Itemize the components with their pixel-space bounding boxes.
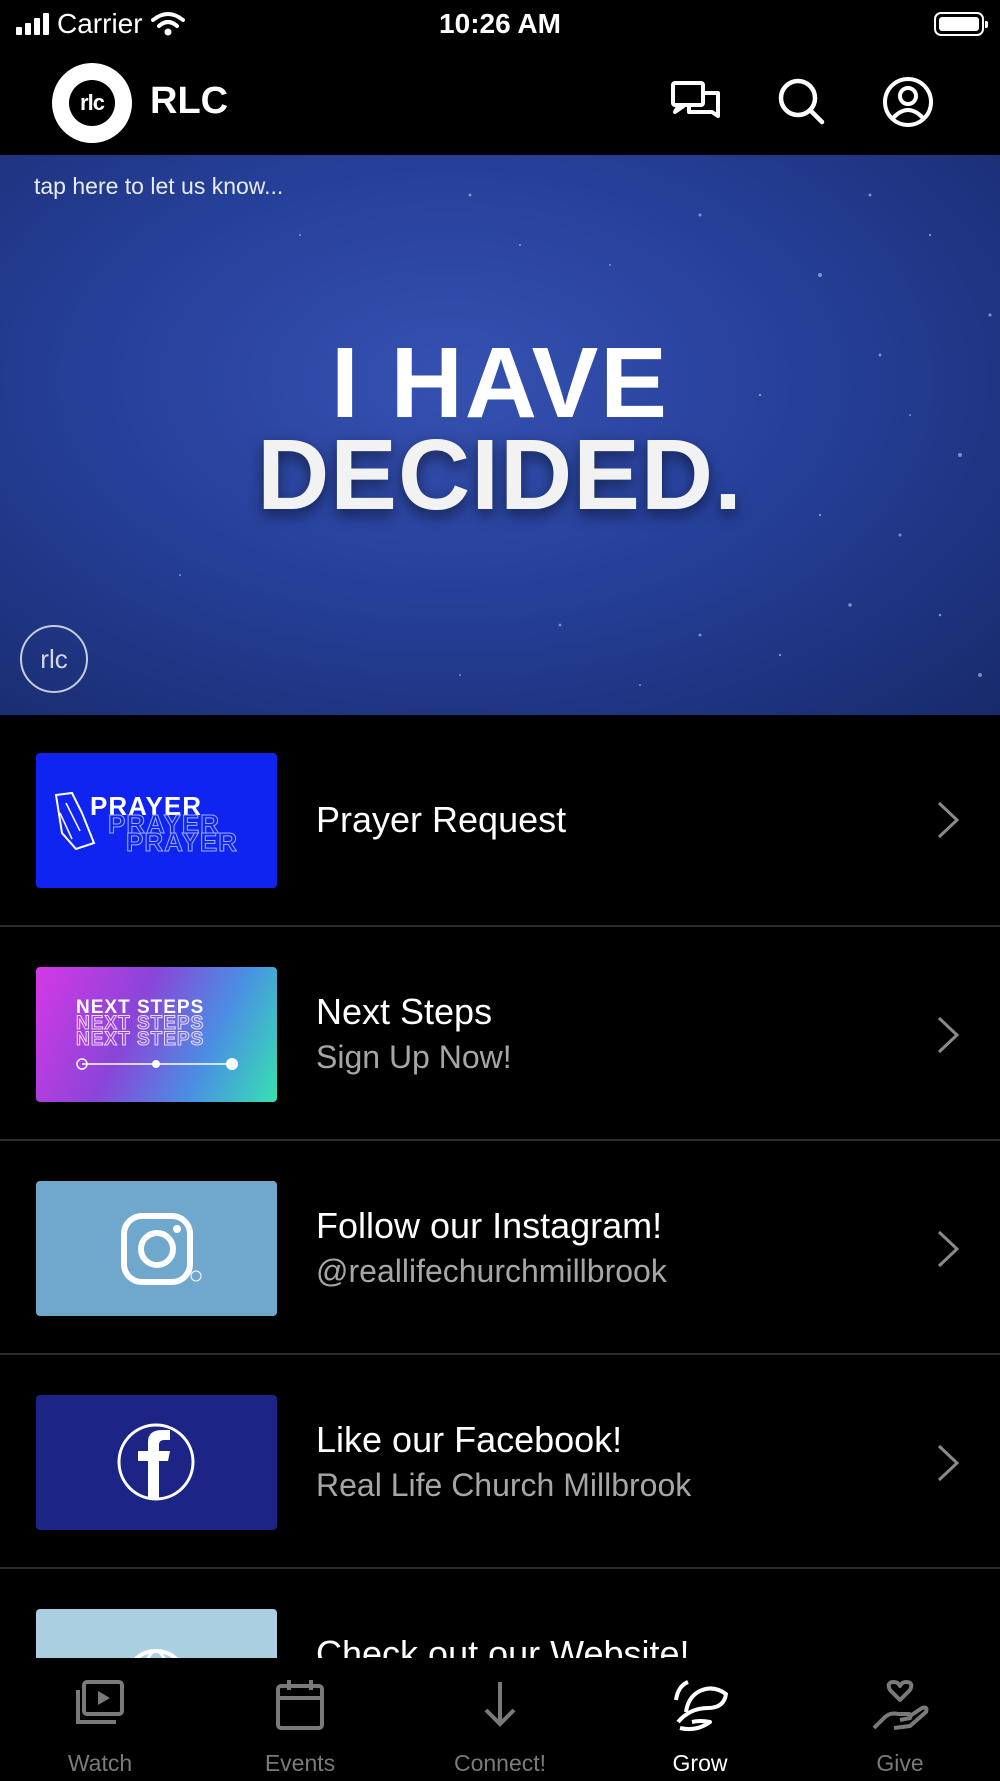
list-item-title: Follow our Instagram! <box>316 1205 663 1246</box>
calendar-icon <box>276 1680 324 1730</box>
search-icon[interactable] <box>774 74 830 130</box>
list-item-title: Next Steps <box>316 991 493 1032</box>
prayer-thumb-echo-2: PRAYER <box>126 827 238 858</box>
chevron-right-icon <box>937 1016 960 1054</box>
hand-heart-icon <box>872 1680 929 1730</box>
tab-bar: Watch Events Connect! Grow Give <box>0 1658 1000 1778</box>
hero-heading: I HAVE DECIDED. <box>0 327 1000 531</box>
list-item-subtitle: Real Life Church Millbrook <box>316 1467 692 1503</box>
chevron-right-icon <box>937 1444 960 1482</box>
tab-connect[interactable]: Connect! <box>400 1658 600 1778</box>
chat-icon[interactable] <box>668 74 724 130</box>
hero-tap-text: tap here to let us know... <box>34 173 284 199</box>
instagram-icon <box>121 1213 202 1285</box>
tab-label: Connect! <box>453 1750 547 1776</box>
profile-icon[interactable] <box>880 74 936 130</box>
tab-label: Events <box>264 1750 336 1776</box>
grow-list: PRAYER PRAYER PRAYER Prayer Request NEXT… <box>0 715 1000 1781</box>
leaf-icon <box>674 1680 728 1732</box>
hero-corner-logo: rlc <box>20 625 88 693</box>
tab-label: Grow <box>672 1750 728 1776</box>
hero-line-1: I HAVE <box>331 327 669 439</box>
progress-dots-graphic <box>76 1058 238 1070</box>
chevron-right-icon <box>937 1230 960 1268</box>
app-logo[interactable]: rlc <box>52 63 132 143</box>
next-steps-thumbnail: NEXT STEPS NEXT STEPS NEXT STEPS <box>36 967 277 1102</box>
tab-grow[interactable]: Grow <box>600 1658 800 1778</box>
list-item-subtitle: @reallifechurchmillbrook <box>316 1253 667 1289</box>
facebook-icon <box>117 1423 195 1501</box>
logo-text: rlc <box>69 80 115 126</box>
list-item-instagram[interactable]: Follow our Instagram! @reallifechurchmil… <box>0 1141 1000 1355</box>
tab-label: Give <box>876 1750 924 1776</box>
list-item-title: Like our Facebook! <box>316 1419 623 1460</box>
hero-banner[interactable]: tap here to let us know... I HAVE DECIDE… <box>0 155 1000 715</box>
tab-watch[interactable]: Watch <box>0 1658 200 1778</box>
list-item-facebook[interactable]: Like our Facebook! Real Life Church Mill… <box>0 1355 1000 1569</box>
chevron-right-icon <box>937 801 960 839</box>
battery-icon <box>934 12 988 36</box>
list-item-next-steps[interactable]: NEXT STEPS NEXT STEPS NEXT STEPS Next St… <box>0 927 1000 1141</box>
arrow-down-icon <box>484 1682 516 1727</box>
status-time: 10:26 AM <box>439 8 561 39</box>
instagram-thumbnail <box>36 1181 277 1316</box>
list-item-subtitle: Sign Up Now! <box>316 1039 512 1075</box>
facebook-thumbnail <box>36 1395 277 1530</box>
list-item-prayer-request[interactable]: PRAYER PRAYER PRAYER Prayer Request <box>0 715 1000 927</box>
app-bar: rlc RLC <box>0 50 1000 154</box>
app-title: RLC <box>150 80 229 122</box>
prayer-thumbnail: PRAYER PRAYER PRAYER <box>36 753 277 888</box>
status-bar: Carrier 10:26 AM <box>0 0 1000 50</box>
watch-icon <box>76 1680 124 1724</box>
tab-label: Watch <box>67 1750 133 1776</box>
tab-events[interactable]: Events <box>200 1658 400 1778</box>
tab-give[interactable]: Give <box>800 1658 1000 1778</box>
list-item-title: Prayer Request <box>316 799 567 840</box>
hero-line-2: DECIDED. <box>257 419 743 531</box>
